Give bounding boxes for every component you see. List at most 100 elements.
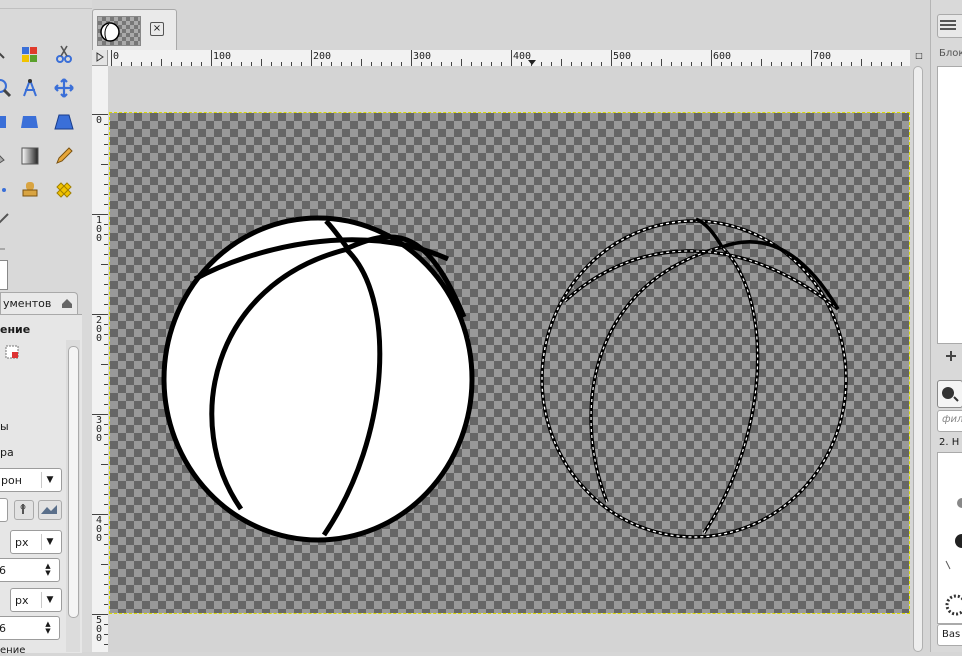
scissors-select-tool-icon bbox=[56, 45, 72, 63]
ruler-tick bbox=[761, 59, 762, 66]
color-swap-icon[interactable] bbox=[0, 246, 8, 256]
horizontal-ruler[interactable]: 0 100 200 300 400 500 600 700 bbox=[108, 50, 910, 67]
new-layer-button[interactable] bbox=[943, 348, 959, 364]
perspective-tool[interactable] bbox=[52, 110, 76, 134]
layers-icon bbox=[940, 20, 956, 30]
chevron-down-icon: ▼ bbox=[41, 592, 58, 608]
unit-select-2-value: px bbox=[15, 593, 29, 607]
ruler-tick bbox=[101, 464, 108, 465]
chevron-down-icon: ▼ bbox=[41, 472, 58, 488]
ruler-tick bbox=[311, 50, 312, 66]
unit-select-1[interactable]: px ▼ bbox=[10, 530, 62, 554]
bucket-tool-icon bbox=[0, 155, 5, 164]
ruler-tick bbox=[161, 59, 162, 66]
background-color-swatch[interactable] bbox=[0, 260, 8, 290]
flip-tool-icon bbox=[21, 116, 38, 128]
move-tool[interactable] bbox=[52, 76, 76, 100]
landscape-icon bbox=[41, 505, 57, 514]
value-spin-1[interactable]: 6 ▲ ▼ bbox=[0, 558, 60, 582]
tab-tool-options-label: ументов bbox=[3, 297, 52, 310]
ruler-tick bbox=[211, 50, 212, 66]
color-select-tool[interactable] bbox=[18, 42, 42, 66]
ruler-corner-button[interactable] bbox=[92, 50, 108, 66]
layers-list[interactable] bbox=[937, 66, 962, 344]
zoom-toggle-icon[interactable]: □ bbox=[914, 51, 924, 63]
image-thumbnail bbox=[97, 16, 141, 46]
toolbox: ументов ение ы ра рон ▼ px ▼ 6 ▲ ▼ px ▼ 6… bbox=[0, 0, 93, 656]
brush-previews bbox=[945, 498, 962, 616]
image-tab-bar bbox=[92, 0, 930, 48]
ruler-label: 400 bbox=[95, 515, 103, 544]
ruler-tick bbox=[111, 50, 112, 66]
brushes-tab[interactable] bbox=[937, 380, 962, 408]
scale-tool[interactable] bbox=[0, 110, 14, 134]
unit-select-2[interactable]: px ▼ bbox=[10, 588, 62, 612]
mode-select[interactable]: рон ▼ bbox=[0, 468, 62, 492]
paths-tool[interactable] bbox=[18, 76, 42, 100]
options-scroll-thumb[interactable] bbox=[68, 346, 79, 618]
clone-tool[interactable] bbox=[18, 178, 42, 202]
pencil-tool[interactable] bbox=[52, 144, 76, 168]
ruler-tick bbox=[361, 59, 362, 66]
align-tool[interactable] bbox=[0, 42, 12, 66]
brush-filter-input[interactable]: фил bbox=[937, 410, 962, 432]
zoom-tool[interactable] bbox=[0, 76, 14, 100]
pencil-tool-icon bbox=[56, 147, 73, 164]
flip-tool[interactable] bbox=[18, 110, 42, 134]
image-tab[interactable]: × bbox=[92, 9, 177, 50]
options-scrollbar[interactable] bbox=[66, 340, 80, 652]
layers-tab[interactable] bbox=[937, 14, 962, 38]
ruler-label: 0 bbox=[95, 115, 103, 126]
scissors-select-tool[interactable] bbox=[52, 42, 76, 66]
brush-name-label: 2. Н bbox=[939, 437, 960, 448]
align-tool-icon bbox=[0, 52, 5, 59]
brush-preset-select[interactable]: Bas bbox=[937, 624, 962, 646]
ruler-tick bbox=[101, 164, 108, 165]
vertical-ruler[interactable]: 0 100 200 300 400 500 bbox=[92, 66, 109, 652]
menubar-remnant bbox=[0, 0, 92, 9]
aspect-button[interactable] bbox=[38, 500, 62, 520]
paths-tool-icon bbox=[23, 79, 37, 97]
navigate-arrow-icon bbox=[96, 52, 104, 62]
value-spin-1-value: 6 bbox=[0, 563, 6, 577]
reset-options-icon[interactable] bbox=[4, 344, 20, 360]
ruler-tick bbox=[261, 59, 262, 66]
ruler-label: 300 bbox=[95, 415, 103, 444]
heal-tool[interactable] bbox=[52, 178, 76, 202]
channels-label: Блок bbox=[939, 48, 962, 59]
size-entry[interactable] bbox=[0, 498, 8, 522]
unit-select-1-value: px bbox=[15, 535, 29, 549]
scale-tool-icon bbox=[0, 116, 6, 128]
airbrush-tool-icon bbox=[2, 188, 6, 192]
zoom-tool-icon bbox=[0, 79, 12, 98]
smudge-tool[interactable] bbox=[0, 212, 10, 228]
perspective-tool-icon bbox=[54, 114, 74, 130]
ruler-tick bbox=[661, 59, 662, 66]
ruler-label: 700 bbox=[813, 51, 832, 62]
tool-options-title: ение bbox=[0, 323, 31, 336]
ruler-label: 500 bbox=[95, 615, 103, 644]
brush-grid[interactable] bbox=[937, 452, 962, 624]
spin-arrows-icon: ▲ ▼ bbox=[45, 562, 51, 577]
image-canvas[interactable] bbox=[109, 112, 910, 614]
value-spin-2[interactable]: 6 ▲ ▼ bbox=[0, 616, 60, 640]
blend-tool[interactable] bbox=[18, 144, 42, 168]
configure-tab-icon[interactable] bbox=[60, 297, 74, 311]
canvas-area[interactable] bbox=[108, 66, 910, 652]
chevron-down-icon: ▼ bbox=[41, 534, 58, 550]
ruler-tick bbox=[511, 50, 512, 66]
ruler-pointer-marker bbox=[528, 60, 536, 65]
mode-select-value: рон bbox=[1, 473, 22, 487]
color-select-tool-icon bbox=[22, 47, 37, 62]
canvas-scroll-thumb[interactable] bbox=[913, 66, 923, 652]
ruler-tick bbox=[101, 264, 108, 265]
close-icon[interactable]: × bbox=[150, 22, 164, 36]
ruler-tick bbox=[561, 59, 562, 66]
move-tool-icon bbox=[54, 78, 74, 98]
option-label-b: ра bbox=[0, 446, 14, 459]
chain-link-button[interactable] bbox=[14, 500, 34, 520]
outline-beach-ball bbox=[540, 217, 848, 539]
ruler-label: 600 bbox=[713, 51, 732, 62]
bucket-tool[interactable] bbox=[0, 144, 14, 168]
airbrush-tool[interactable] bbox=[0, 178, 14, 202]
